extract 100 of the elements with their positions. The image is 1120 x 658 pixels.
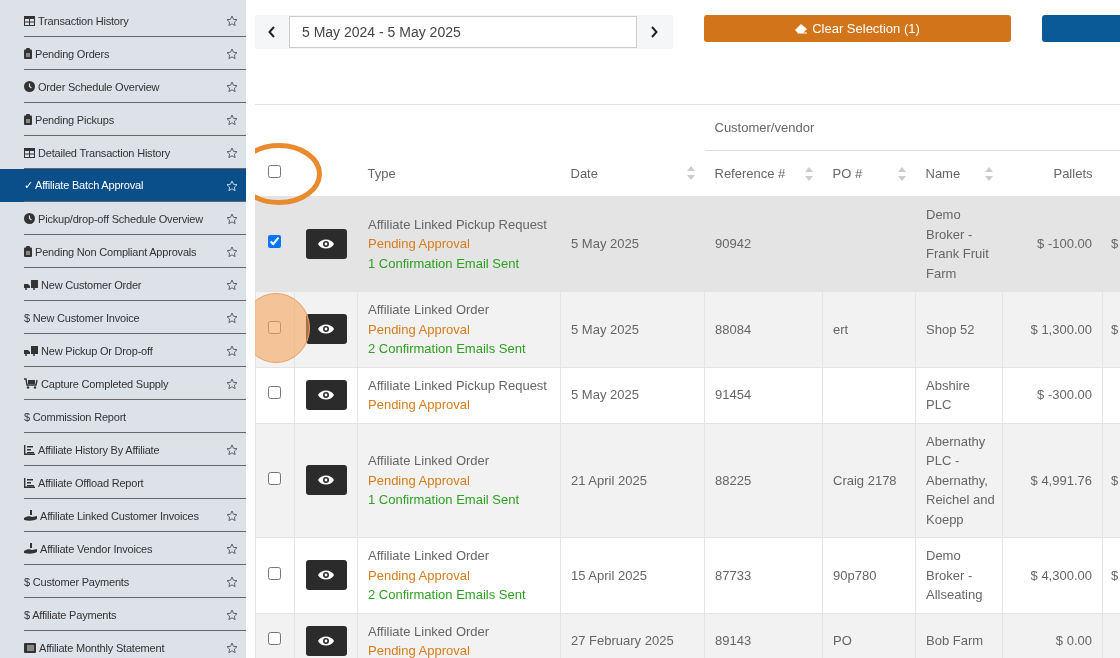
view-button[interactable] — [305, 560, 347, 591]
name-cell: Abshire PLC — [926, 377, 971, 412]
row-checkbox[interactable] — [268, 566, 281, 580]
column-header[interactable]: PO # — [832, 166, 863, 181]
eye-icon — [318, 635, 334, 647]
star-icon[interactable] — [226, 47, 238, 60]
row-checkbox[interactable] — [268, 235, 281, 249]
date-cell: 5 May 2025 — [571, 321, 639, 337]
column-header[interactable]: Date — [570, 165, 598, 181]
star-icon[interactable] — [226, 443, 238, 456]
star-icon[interactable] — [226, 608, 238, 621]
column-header[interactable]: Reference # — [714, 166, 786, 181]
eye-icon — [318, 569, 334, 582]
eye-icon — [318, 474, 334, 487]
pallets-cell: $ 0.00 — [1055, 633, 1092, 649]
name-cell: Shop 52 — [926, 321, 975, 337]
chevron-left-icon — [268, 26, 276, 38]
view-button[interactable] — [305, 626, 347, 656]
status-text: Pending Approval — [368, 642, 471, 658]
status-text: Pending Approval — [368, 320, 471, 339]
column-header[interactable]: Pallets — [1053, 166, 1093, 181]
clock-icon — [24, 213, 35, 224]
table-icon — [24, 15, 35, 26]
date-cell: 15 April 2025 — [571, 567, 647, 583]
row-checkbox[interactable] — [268, 471, 281, 485]
highlight-ring — [255, 142, 323, 206]
clipboard-icon — [24, 114, 32, 125]
type-text: Affiliate Linked Pickup Request — [368, 215, 548, 234]
star-icon[interactable] — [226, 245, 238, 258]
star-icon[interactable] — [226, 542, 238, 555]
pallets-cell: $ 4,300.00 — [1030, 567, 1092, 583]
select-all-checkbox[interactable] — [267, 165, 281, 179]
column-9-cell: $ — [1111, 236, 1119, 252]
list-icon — [24, 642, 36, 653]
status-text: Pending Approval — [368, 235, 471, 254]
po-cell: 90p780 — [833, 567, 877, 583]
clipboard-icon — [24, 48, 32, 59]
star-icon[interactable] — [226, 311, 238, 324]
date-range-field[interactable]: 5 May 2024 - 5 May 2025 — [289, 16, 637, 48]
reference-cell: 88225 — [715, 472, 752, 488]
row-checkbox[interactable] — [268, 386, 281, 400]
chevron-right-icon — [650, 26, 658, 38]
reference-cell: 91454 — [715, 387, 752, 403]
email-status-text: 1 Confirmation Email Sent — [368, 254, 520, 273]
name-cell: Bob Farm — [926, 633, 984, 649]
email-status-text: 1 Confirmation Email Sent — [368, 491, 520, 509]
star-icon[interactable] — [226, 377, 238, 390]
star-icon[interactable] — [226, 641, 238, 654]
eraser-icon — [795, 23, 808, 34]
email-status-text: 2 Confirmation Emails Sent — [368, 340, 527, 358]
star-icon[interactable] — [226, 509, 238, 522]
type-text: Affiliate Linked Order — [368, 301, 491, 319]
truck-icon — [24, 345, 38, 356]
date-cell: 21 April 2025 — [571, 472, 647, 488]
view-button[interactable] — [305, 465, 347, 496]
table-icon — [24, 147, 35, 158]
status-text: Pending Approval — [368, 396, 471, 414]
star-icon[interactable] — [226, 212, 238, 225]
po-cell: PO — [833, 633, 852, 649]
column-group-header: Customer/vendor — [714, 120, 815, 135]
hand-icon — [24, 510, 37, 521]
eye-icon — [318, 389, 334, 401]
reference-cell: 90942 — [715, 236, 752, 252]
row-checkbox[interactable] — [268, 320, 281, 334]
chart-icon — [24, 444, 35, 455]
pallets-cell: $ -100.00 — [1037, 236, 1092, 252]
star-icon[interactable] — [226, 113, 238, 126]
row-checkbox[interactable] — [268, 632, 281, 646]
column-header[interactable]: Name — [925, 166, 961, 181]
email-status-text: 2 Confirmation Emails Sent — [368, 586, 527, 604]
star-icon[interactable] — [226, 344, 238, 357]
column-9-cell: $ — [1111, 472, 1119, 488]
view-button[interactable] — [305, 229, 347, 259]
chart-icon — [24, 477, 35, 488]
pallets-cell: $ 1,300.00 — [1030, 321, 1092, 337]
reference-cell: 89143 — [715, 633, 752, 649]
clock-icon — [24, 81, 35, 92]
view-button[interactable] — [305, 314, 347, 345]
po-cell: Craig 2178 — [833, 472, 897, 488]
column-9-cell: $ — [1111, 321, 1119, 337]
type-text: Affiliate Linked Pickup Request — [368, 376, 548, 395]
name-cell: Demo Broker - Allseating — [926, 548, 983, 602]
reference-cell: 87733 — [715, 567, 752, 583]
column-header[interactable]: Type — [367, 165, 396, 181]
clipboard-icon — [24, 246, 32, 257]
pallets-cell: $ 4,991.76 — [1030, 472, 1092, 488]
date-cell: 5 May 2025 — [571, 387, 639, 403]
type-text: Affiliate Linked Order — [368, 547, 491, 565]
po-cell: ert — [833, 321, 849, 337]
star-icon[interactable] — [226, 14, 238, 27]
status-text: Pending Approval — [368, 471, 471, 490]
star-icon[interactable] — [226, 146, 238, 159]
view-button[interactable] — [305, 380, 347, 410]
reference-cell: 88084 — [715, 321, 752, 337]
star-icon[interactable] — [226, 80, 238, 93]
date-cell: 27 February 2025 — [571, 633, 674, 649]
sidebar-item[interactable]: ✓ Affiliate Batch Approval — [0, 169, 246, 202]
star-icon[interactable] — [226, 575, 238, 588]
eye-icon — [318, 323, 334, 336]
star-icon[interactable] — [226, 278, 238, 291]
